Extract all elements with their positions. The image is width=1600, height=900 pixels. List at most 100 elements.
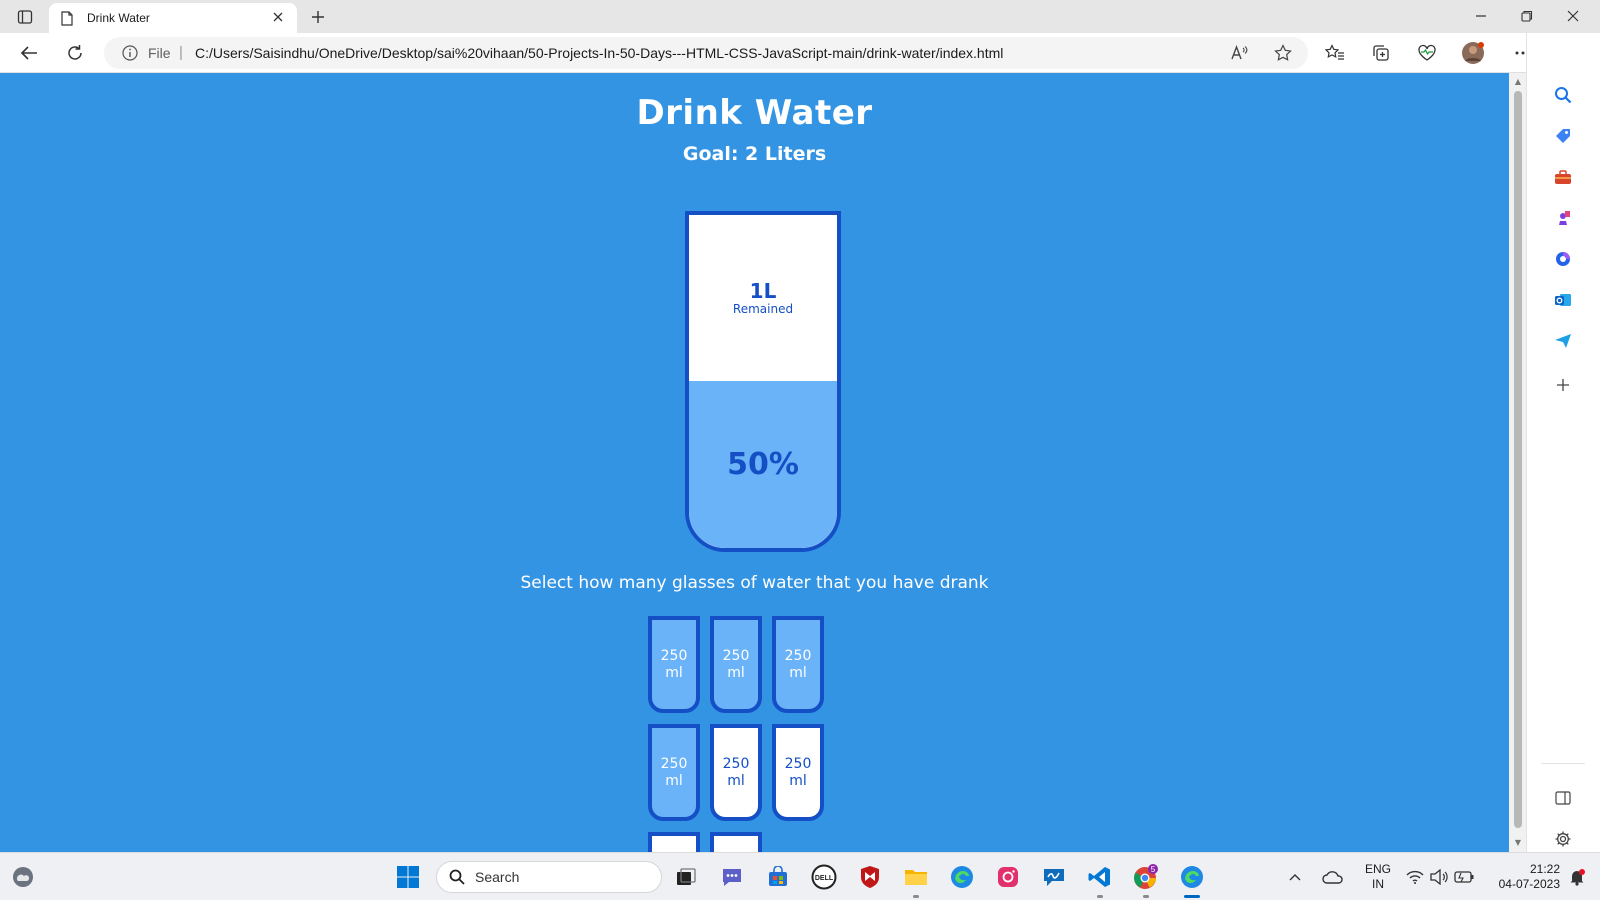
scroll-up-arrow-icon[interactable]: ▲ — [1513, 77, 1523, 87]
close-window-button[interactable] — [1551, 4, 1595, 28]
read-aloud-button[interactable] — [1228, 43, 1250, 63]
cup-amount: 250 — [722, 647, 750, 664]
close-tab-button[interactable] — [269, 8, 287, 26]
chrome-button[interactable]: 5 — [1130, 861, 1162, 898]
page-title: Drink Water — [636, 93, 873, 133]
toolbox-icon — [1555, 170, 1571, 184]
clock-time: 21:22 — [1529, 862, 1560, 876]
tab-drink-water[interactable]: Drink Water — [49, 3, 297, 33]
collections-button[interactable] — [1366, 39, 1396, 67]
sidebar-drop-button[interactable] — [1549, 327, 1577, 355]
region-label: IN — [1372, 877, 1384, 891]
file-explorer-button[interactable] — [900, 861, 932, 898]
teams-chat-button[interactable] — [716, 861, 748, 893]
dell-app-button[interactable]: DELL — [808, 861, 840, 893]
wifi-button[interactable] — [1404, 861, 1426, 893]
mcafee-button[interactable] — [854, 861, 886, 893]
small-cup[interactable]: 250ml — [772, 724, 824, 821]
small-cup[interactable]: 250ml — [710, 616, 762, 713]
instagram-icon — [998, 867, 1018, 887]
small-cup[interactable]: 250ml — [648, 832, 700, 852]
page-icon — [61, 10, 75, 26]
sidebar-shopping-button[interactable] — [1549, 122, 1577, 150]
cup-unit: ml — [727, 772, 745, 789]
show-hidden-icons-button[interactable] — [1284, 861, 1306, 893]
add-favorite-button[interactable] — [1272, 43, 1294, 63]
info-icon[interactable] — [122, 45, 138, 61]
bell-icon — [1570, 869, 1585, 886]
url-separator: | — [179, 44, 183, 61]
vertical-scrollbar[interactable]: ▲ ▼ — [1509, 73, 1526, 852]
volume-button[interactable] — [1428, 861, 1450, 893]
edge-active-button[interactable] — [1176, 861, 1208, 898]
tab-actions-button[interactable] — [12, 7, 38, 27]
minimize-button[interactable] — [1459, 4, 1503, 28]
remained-section: 1L Remained — [689, 215, 837, 381]
search-label: Search — [475, 869, 520, 885]
small-cup[interactable]: 250ml — [648, 616, 700, 713]
vscode-icon — [1088, 867, 1110, 887]
chevron-up-icon — [1289, 874, 1301, 881]
sidebar-office-button[interactable] — [1549, 245, 1577, 273]
close-icon — [1567, 10, 1579, 22]
small-cup[interactable]: 250ml — [710, 832, 762, 852]
heart-pulse-icon — [1418, 44, 1436, 61]
profile-button[interactable] — [1458, 39, 1488, 67]
url-text[interactable]: C:/Users/Saisindhu/OneDrive/Desktop/sai%… — [195, 45, 1003, 61]
edge-pinned-button[interactable] — [946, 861, 978, 893]
search-icon — [449, 869, 465, 885]
task-view-button[interactable] — [670, 861, 702, 893]
small-cup[interactable]: 250ml — [710, 724, 762, 821]
vscode-button[interactable] — [1084, 861, 1116, 898]
clock[interactable]: 21:22 04-07-2023 — [1484, 862, 1560, 892]
sidebar-add-button[interactable] — [1549, 371, 1577, 399]
goal-text: Goal: 2 Liters — [682, 143, 827, 165]
sidebar-outlook-button[interactable] — [1549, 286, 1577, 314]
instruction-text: Select how many glasses of water that yo… — [520, 573, 989, 593]
battery-icon — [1454, 871, 1474, 883]
sidebar-games-button[interactable] — [1549, 204, 1577, 232]
new-tab-button[interactable] — [306, 5, 330, 29]
sidebar-settings-button[interactable] — [1549, 825, 1577, 853]
restore-button[interactable] — [1505, 4, 1549, 28]
whiteboard-button[interactable] — [1038, 861, 1070, 893]
browser-essentials-button[interactable] — [1412, 39, 1442, 67]
favorites-icon — [1325, 44, 1344, 60]
percentage-fill: 50% — [689, 381, 837, 548]
notifications-button[interactable] — [1564, 861, 1590, 893]
start-button[interactable] — [392, 861, 424, 893]
avatar — [1462, 42, 1484, 64]
browser-toolbar: File | C:/Users/Saisindhu/OneDrive/Deskt… — [0, 33, 1600, 73]
sidebar-tools-button[interactable] — [1549, 163, 1577, 191]
taskbar-search[interactable]: Search — [436, 861, 662, 893]
sidebar-search-button[interactable] — [1549, 81, 1577, 109]
restore-icon — [1521, 10, 1533, 22]
edge-icon — [1181, 866, 1203, 888]
small-cup[interactable]: 250ml — [772, 616, 824, 713]
scroll-down-arrow-icon[interactable]: ▼ — [1513, 838, 1523, 848]
sidebar-split-button[interactable] — [1549, 784, 1577, 812]
scroll-thumb[interactable] — [1514, 91, 1522, 828]
plus-icon — [1557, 379, 1569, 391]
cup-amount: 250 — [784, 755, 812, 772]
chrome-badge: 5 — [1151, 865, 1156, 874]
cup-amount: 250 — [722, 755, 750, 772]
shield-icon — [861, 866, 879, 888]
small-cup[interactable]: 250ml — [648, 724, 700, 821]
weather-widget[interactable] — [7, 861, 39, 893]
back-button[interactable] — [14, 39, 44, 67]
refresh-button[interactable] — [60, 39, 90, 67]
star-icon — [1274, 44, 1292, 61]
search-icon — [1555, 87, 1572, 104]
address-bar[interactable]: File | C:/Users/Saisindhu/OneDrive/Deskt… — [104, 37, 1308, 69]
tab-strip: Drink Water — [0, 0, 1600, 33]
battery-button[interactable] — [1453, 861, 1475, 893]
store-button[interactable] — [762, 861, 794, 893]
cup-unit: ml — [789, 772, 807, 789]
language-label: ENG — [1364, 862, 1391, 876]
instagram-button[interactable] — [992, 861, 1024, 893]
language-indicator[interactable]: ENG IN — [1360, 862, 1396, 892]
onedrive-tray-button[interactable] — [1320, 861, 1346, 893]
favorites-button[interactable] — [1320, 39, 1350, 67]
collections-icon — [1373, 45, 1389, 61]
